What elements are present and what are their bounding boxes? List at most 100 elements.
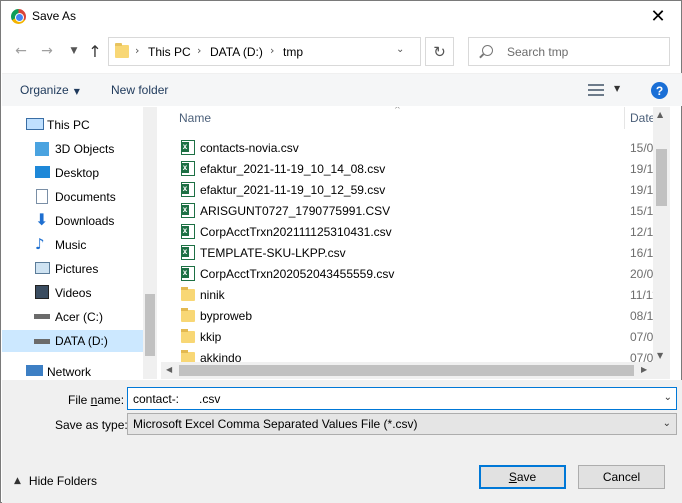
nav-item-pictures[interactable]: Pictures	[2, 258, 143, 280]
save-button[interactable]: Save	[479, 465, 566, 489]
folder-name: ninik	[200, 288, 225, 302]
file-name-input[interactable]	[133, 391, 653, 407]
address-bar[interactable]: › This PC › DATA (D:) › tmp ⌄	[108, 37, 421, 66]
file-name: efaktur_2021-11-19_10_14_08.csv	[200, 162, 386, 176]
save-form: File name: ⌄ Save as type: Microsoft Exc…	[2, 380, 682, 503]
file-row[interactable]: efaktur_2021-11-19_10_12_59.csv 19/11/	[161, 179, 669, 200]
help-icon[interactable]: ?	[651, 82, 668, 99]
folder-icon	[115, 43, 129, 58]
file-row[interactable]: CorpAcctTrxn202111125310431.csv 12/11/	[161, 221, 669, 242]
search-box[interactable]	[468, 37, 670, 66]
documents-icon	[36, 189, 48, 204]
nav-item-label: Acer (C:)	[55, 310, 103, 324]
excel-csv-icon	[181, 140, 195, 155]
file-list-horizontal-scrollbar[interactable]: ◀ ▶	[161, 362, 653, 379]
excel-csv-icon	[181, 224, 195, 239]
save-as-type-select[interactable]: Microsoft Excel Comma Separated Values F…	[127, 413, 677, 435]
view-dropdown-icon[interactable]: ▼	[614, 84, 620, 93]
nav-item-this-pc[interactable]: This PC	[2, 114, 143, 136]
save-label-accel: S	[508, 470, 517, 484]
chevron-down-icon[interactable]: ⌄	[396, 44, 404, 55]
save-as-dialog: Save As ✕ ← → ▼ ↑ › This PC › DATA (D:) …	[0, 0, 682, 503]
cancel-button[interactable]: Cancel	[578, 465, 665, 489]
scrollbar-corner	[653, 362, 670, 379]
file-name: efaktur_2021-11-19_10_12_59.csv	[200, 183, 386, 197]
search-input[interactable]	[507, 43, 657, 60]
organize-button[interactable]: Organize ▼	[20, 83, 80, 97]
sort-up-icon: ^	[394, 107, 401, 114]
videos-icon	[35, 285, 49, 299]
excel-csv-icon	[181, 161, 195, 176]
nav-item-documents[interactable]: Documents	[2, 186, 143, 208]
cube-icon	[35, 142, 49, 156]
file-list-vertical-scrollbar[interactable]: ▲ ▼	[653, 107, 670, 363]
scroll-right-icon[interactable]: ▶	[641, 365, 647, 374]
file-row[interactable]: ARISGUNT0727_1790775991.CSV 15/11/	[161, 200, 669, 221]
nav-scrollbar[interactable]	[143, 107, 157, 379]
folder-row[interactable]: kkip 07/09/	[161, 326, 669, 347]
scroll-thumb[interactable]	[656, 149, 667, 206]
breadcrumb-tmp[interactable]: tmp	[283, 45, 303, 59]
breadcrumb-separator[interactable]: ›	[135, 44, 139, 57]
network-icon	[26, 365, 43, 376]
hide-folders-label: Hide Folders	[28, 474, 97, 488]
new-folder-button[interactable]: New folder	[111, 83, 168, 97]
file-name: TEMPLATE-SKU-LKPP.csv	[200, 246, 346, 260]
details-view-icon[interactable]	[588, 84, 604, 96]
nav-item-label: 3D Objects	[55, 142, 115, 156]
file-row[interactable]: contacts-novia.csv 15/08/	[161, 137, 669, 158]
scroll-thumb[interactable]	[145, 294, 155, 356]
excel-csv-icon	[181, 245, 195, 260]
nav-item-acer-c[interactable]: Acer (C:)	[2, 306, 143, 328]
scroll-down-icon[interactable]: ▼	[657, 351, 663, 360]
scroll-up-icon[interactable]: ▲	[657, 110, 663, 119]
nav-item-music[interactable]: ♪ Music	[2, 234, 143, 256]
chevron-down-icon[interactable]: ⌄	[663, 418, 671, 429]
breadcrumb-separator[interactable]: ›	[197, 44, 201, 57]
file-name-label: File name:	[68, 393, 125, 407]
scroll-thumb[interactable]	[179, 365, 634, 376]
nav-item-label: Music	[55, 238, 87, 252]
nav-item-label: DATA (D:)	[55, 334, 108, 348]
caret-down-icon: ▼	[73, 87, 80, 96]
nav-item-label: Videos	[55, 286, 92, 300]
hide-folders-button[interactable]: ▲ Hide Folders	[14, 474, 97, 488]
back-arrow-icon[interactable]: ←	[9, 39, 33, 63]
file-name: CorpAcctTrxn202052043455559.csv	[200, 267, 395, 281]
folder-icon	[181, 329, 195, 343]
breadcrumb-separator[interactable]: ›	[270, 44, 274, 57]
scroll-left-icon[interactable]: ◀	[166, 365, 172, 374]
nav-item-data-d[interactable]: DATA (D:)	[2, 330, 143, 352]
breadcrumb-this-pc[interactable]: This PC	[148, 45, 191, 59]
drive-icon	[34, 314, 50, 319]
drive-icon	[34, 339, 50, 344]
breadcrumb-data-drive[interactable]: DATA (D:)	[210, 45, 263, 59]
file-row[interactable]: efaktur_2021-11-19_10_14_08.csv 19/11/	[161, 158, 669, 179]
close-button[interactable]: ✕	[635, 1, 681, 32]
file-name-combo[interactable]: ⌄	[127, 387, 677, 410]
column-name[interactable]: Name	[179, 111, 211, 125]
nav-item-label: Network	[47, 365, 92, 379]
desktop-icon	[35, 166, 50, 178]
nav-item-network[interactable]: Network	[2, 361, 143, 379]
file-row[interactable]: CorpAcctTrxn202052043455559.csv 20/05/	[161, 263, 669, 284]
file-name: contacts-novia.csv	[200, 141, 299, 155]
column-divider[interactable]	[624, 107, 625, 129]
nav-item-3d-objects[interactable]: 3D Objects	[2, 138, 143, 160]
nav-item-videos[interactable]: Videos	[2, 282, 143, 304]
toolbar: Organize ▼ New folder ▼ ?	[2, 73, 682, 106]
folder-row[interactable]: ninik 11/11/	[161, 284, 669, 305]
forward-arrow-icon[interactable]: →	[35, 39, 59, 63]
folder-row[interactable]: akkindo 07/09/	[161, 347, 669, 363]
chevron-down-icon[interactable]: ⌄	[664, 392, 672, 403]
file-row[interactable]: TEMPLATE-SKU-LKPP.csv 16/10/	[161, 242, 669, 263]
folder-row[interactable]: byproweb 08/11/	[161, 305, 669, 326]
file-name: ARISGUNT0727_1790775991.CSV	[200, 204, 391, 218]
nav-item-desktop[interactable]: Desktop	[2, 162, 143, 184]
nav-item-label: Pictures	[55, 262, 99, 276]
download-icon: ⬇	[35, 210, 49, 229]
folder-icon	[181, 308, 195, 322]
nav-item-downloads[interactable]: ⬇ Downloads	[2, 210, 143, 232]
refresh-button[interactable]: ↻	[425, 37, 454, 66]
up-arrow-icon[interactable]: ↑	[83, 39, 107, 63]
